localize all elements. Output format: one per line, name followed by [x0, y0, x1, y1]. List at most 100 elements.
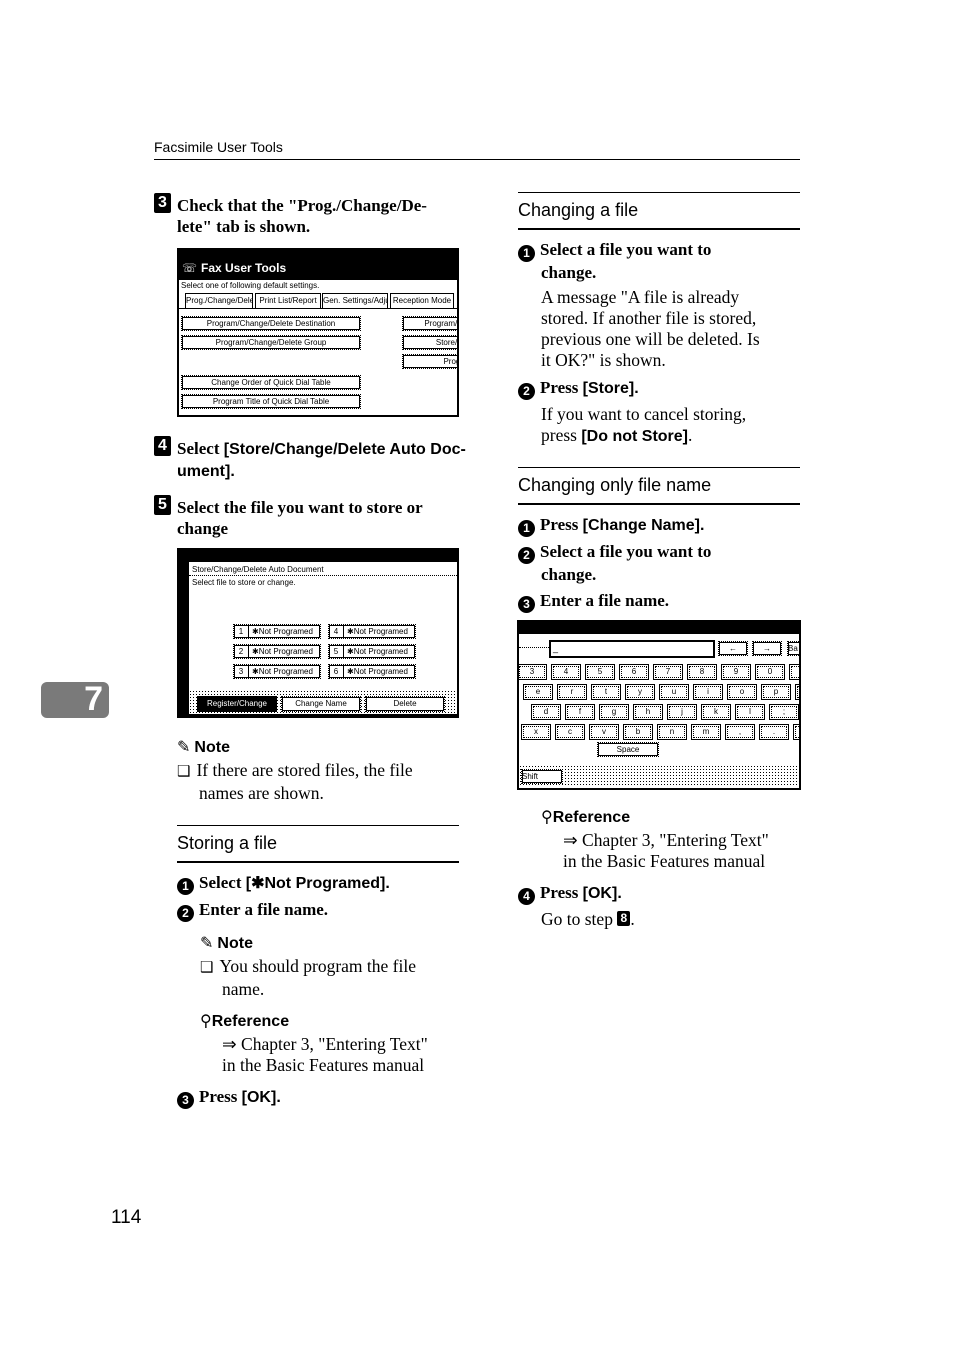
backspace-button[interactable]: Ba	[787, 641, 799, 656]
delete-button[interactable]: Delete	[365, 696, 445, 712]
key-.[interactable]: .	[759, 724, 789, 740]
key-k[interactable]: k	[701, 704, 731, 720]
key-r[interactable]: r	[557, 684, 587, 700]
circled-number-icon: 2	[518, 547, 535, 564]
key--[interactable]: -	[789, 664, 799, 680]
checkbox-bullet-icon: ❑	[200, 960, 214, 976]
key-5[interactable]: 5	[585, 664, 615, 680]
change-order-quick-dial-button[interactable]: Change Order of Quick Dial Table	[181, 375, 361, 390]
shift-key[interactable]: Shift	[521, 769, 563, 784]
dialog-title: Store/Change/Delete Auto Document	[192, 565, 324, 574]
key-u[interactable]: u	[659, 684, 689, 700]
key-i[interactable]: i	[693, 684, 723, 700]
circled-number-icon: 2	[518, 383, 535, 400]
changing-name-step-3: 3 Enter a file name.	[518, 590, 669, 613]
section-title-storing: Storing a file	[177, 833, 278, 853]
program-right-button[interactable]: Progr	[402, 354, 457, 369]
changing-name-reference: ⚲Reference ⇒ Chapter 3, "Entering Text" i…	[541, 809, 769, 871]
tab-prog-change-delete[interactable]: Prog./Change/Delete	[185, 293, 253, 309]
tab-gen-settings-adjust[interactable]: Gen. Settings/Adjust	[322, 293, 388, 309]
key-x[interactable]: x	[521, 724, 551, 740]
key-b[interactable]: b	[623, 724, 653, 740]
key-f[interactable]: f	[565, 704, 595, 720]
file-slot-button[interactable]: 1 ✱Not Programed	[233, 624, 321, 639]
circled-number-icon: 3	[518, 596, 535, 613]
fax-icon: ☏	[182, 261, 198, 275]
file-slot-button[interactable]: 5 ✱Not Programed	[328, 644, 416, 659]
store-change-delete-auto-doc-button[interactable]: Store/C	[402, 335, 457, 350]
key-g[interactable]: g	[599, 704, 629, 720]
key-t[interactable]: t	[591, 684, 621, 700]
key-7[interactable]: 7	[653, 664, 683, 680]
space-key[interactable]: Space	[597, 742, 659, 757]
program-title-quick-dial-button[interactable]: Program Title of Quick Dial Table	[181, 394, 361, 409]
section-rule	[177, 861, 459, 863]
register-change-button[interactable]: Register/Change	[197, 696, 277, 712]
file-slot-button[interactable]: 4 ✱Not Programed	[328, 624, 416, 639]
key-v[interactable]: v	[589, 724, 619, 740]
checkbox-bullet-icon: ❑	[177, 764, 191, 780]
storing-reference: ⚲Reference ⇒ Chapter 3, "Entering Text" i…	[200, 1013, 428, 1075]
program-change-delete-group-button[interactable]: Program/Change/Delete Group	[181, 335, 361, 350]
goto-step-text: Go to step 8.	[541, 909, 635, 929]
key-e[interactable]: e	[523, 684, 553, 700]
changing-step-1: 1 Select a file you want to change.	[518, 239, 800, 283]
key-4[interactable]: 4	[551, 664, 581, 680]
circled-number-icon: 3	[177, 1092, 194, 1109]
file-slot-label: ✱Not Programed	[252, 667, 313, 676]
file-slot-number: 2	[234, 645, 249, 658]
fax-user-tools-screen: ☏ Fax User Tools Select one of following…	[177, 248, 459, 417]
step-4: 4 Select [Store/Change/Delete Auto Doc- u…	[154, 436, 474, 482]
file-slot-label: ✱Not Programed	[347, 627, 408, 636]
file-slot-button[interactable]: 6 ✱Not Programed	[328, 664, 416, 679]
screen-instruction: Select one of following default settings…	[181, 281, 320, 290]
step-number-badge: 4	[154, 436, 171, 456]
key-m[interactable]: m	[691, 724, 721, 740]
screen-title: Fax User Tools	[201, 261, 287, 275]
key-;[interactable]: ;	[769, 704, 799, 720]
step-number-badge: 5	[154, 495, 171, 515]
header-rule	[154, 159, 800, 160]
step-reference-badge[interactable]: 8	[617, 911, 631, 926]
file-slot-label: ✱Not Programed	[252, 627, 313, 636]
program-change-delete-destination-button[interactable]: Program/Change/Delete Destination	[181, 316, 361, 331]
key-y[interactable]: y	[625, 684, 655, 700]
file-slot-label: ✱Not Programed	[252, 647, 313, 656]
key-j[interactable]: j	[667, 704, 697, 720]
file-slot-label: ✱Not Programed	[347, 647, 408, 656]
magnifier-icon: ⚲	[541, 809, 553, 826]
storing-note: ✎ Note ❑ You should program the file name.	[200, 935, 416, 999]
section-rule	[518, 192, 800, 193]
tab-print-list-report[interactable]: Print List/Report	[255, 293, 321, 309]
key-d[interactable]: d	[531, 704, 561, 720]
file-slot-button[interactable]: 2 ✱Not Programed	[233, 644, 321, 659]
file-slot-button[interactable]: 3 ✱Not Programed	[233, 664, 321, 679]
running-header: Facsimile User Tools	[154, 139, 283, 155]
key-h[interactable]: h	[633, 704, 663, 720]
key-l[interactable]: l	[735, 704, 765, 720]
key-n[interactable]: n	[657, 724, 687, 740]
changing-name-step-4: 4 Press [OK].	[518, 882, 622, 905]
key-3[interactable]: 3	[519, 664, 547, 680]
key-8[interactable]: 8	[687, 664, 717, 680]
key-p[interactable]: p	[761, 684, 791, 700]
key-o[interactable]: o	[727, 684, 757, 700]
program-change-right-button[interactable]: Program/C	[402, 316, 457, 331]
cancel-instruction: If you want to cancel storing, press [Do…	[541, 404, 747, 445]
cursor-right-button[interactable]: →	[752, 641, 782, 656]
key-6[interactable]: 6	[619, 664, 649, 680]
file-slot-number: 5	[329, 645, 344, 658]
key-c[interactable]: c	[555, 724, 585, 740]
key-0[interactable]: 0	[755, 664, 785, 680]
step-3: 3 Check that the "Prog./Change/De- lete" …	[154, 193, 464, 237]
filename-input[interactable]: _	[549, 640, 715, 658]
key-,[interactable]: ,	[725, 724, 755, 740]
key-9[interactable]: 9	[721, 664, 751, 680]
key-blank[interactable]	[795, 684, 799, 700]
cursor-left-button[interactable]: ←	[718, 641, 748, 656]
key-/[interactable]: /	[793, 724, 799, 740]
tab-reception-mode[interactable]: Reception Mode	[390, 293, 454, 309]
keyboard-screen: _ ← → Ba 34567890- ertyuiop dfghjkl; xcvbnm…	[517, 620, 801, 790]
circled-number-icon: 1	[177, 878, 194, 895]
change-name-button[interactable]: Change Name	[281, 696, 361, 712]
